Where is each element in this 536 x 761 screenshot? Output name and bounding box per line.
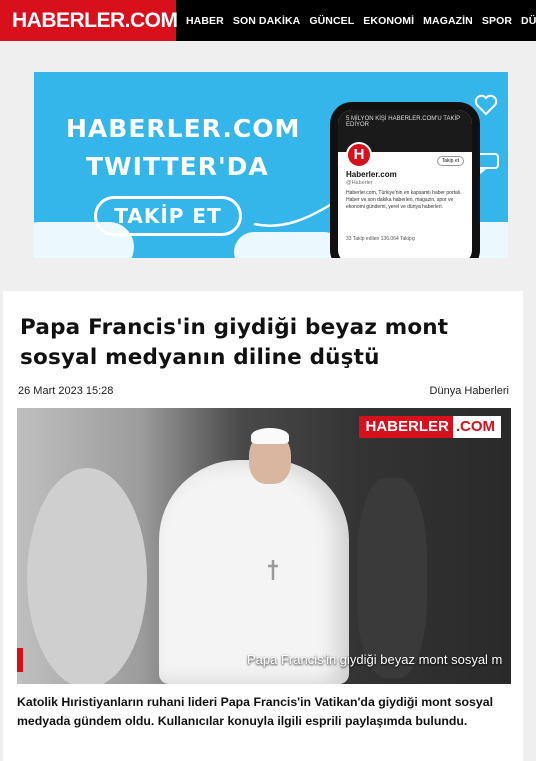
profile-stats: 33 Takip edilen 136.064 Takipçi bbox=[346, 236, 416, 242]
site-logo-text[interactable]: HABERLER.COM bbox=[12, 9, 178, 33]
image-watermark-logo: HABERLER .COM bbox=[359, 416, 501, 438]
heart-icon bbox=[474, 94, 498, 116]
nav-item-guncel[interactable]: GÜNCEL bbox=[309, 15, 354, 27]
nav-item-son-dakika[interactable]: SON DAKİKA bbox=[233, 15, 301, 27]
profile-bio: Haberler.com, Türkiye'nin en kapsamlı ha… bbox=[346, 190, 462, 210]
profile-avatar: H bbox=[346, 142, 372, 168]
article-date: 26 Mart 2023 15:28 bbox=[18, 385, 114, 397]
nav-item-magazin[interactable]: MAGAZİN bbox=[423, 15, 473, 27]
main-nav: HABER SON DAKİKA GÜNCEL EKONOMİ MAGAZİN … bbox=[186, 0, 536, 41]
site-logo[interactable]: HABERLER.COM bbox=[0, 0, 178, 41]
nav-item-dunya[interactable]: DÜNYA bbox=[521, 15, 536, 27]
phone-screen: 5 MİLYON KİŞİ HABERLER.COM'U TAKİP EDİYO… bbox=[338, 110, 472, 258]
banner-title-line2: TWITTER'DA bbox=[86, 152, 269, 181]
profile-handle: @Haberler bbox=[346, 180, 373, 186]
nav-item-ekonomi[interactable]: EKONOMİ bbox=[363, 15, 414, 27]
caption-accent bbox=[17, 648, 23, 672]
phone-mockup: 5 MİLYON KİŞİ HABERLER.COM'U TAKİP EDİYO… bbox=[330, 102, 480, 258]
profile-follow-button: Takip et bbox=[436, 156, 464, 166]
image-caption: Papa Francis'in giydiği beyaz mont sosya… bbox=[247, 652, 503, 667]
banner-title-line1: HABERLER.COM bbox=[66, 114, 301, 143]
top-navbar: HABERLER.COM HABER SON DAKİKA GÜNCEL EKO… bbox=[0, 0, 536, 41]
image-caption-bar: Papa Francis'in giydiği beyaz mont sosya… bbox=[17, 646, 511, 674]
article-card: Papa Francis'in giydiği beyaz mont sosya… bbox=[3, 291, 523, 761]
nav-item-haber[interactable]: HABER bbox=[186, 15, 224, 27]
twitter-follow-banner[interactable]: HABERLER.COM TWITTER'DA TAKİP ET 5 MİLYO… bbox=[34, 72, 508, 258]
article-summary: Katolik Hıristiyanların ruhani lideri Pa… bbox=[17, 695, 493, 728]
article-category-link[interactable]: Dünya Haberleri bbox=[430, 385, 509, 397]
nav-item-spor[interactable]: SPOR bbox=[482, 15, 512, 27]
profile-name: Haberler.com bbox=[346, 170, 397, 179]
article-image[interactable]: HABERLER .COM Papa Francis'in giydiği be… bbox=[17, 408, 511, 684]
cross-icon bbox=[268, 560, 278, 580]
cloud-decoration bbox=[234, 232, 344, 258]
pope-cap bbox=[251, 428, 289, 444]
follow-button[interactable]: TAKİP ET bbox=[94, 196, 242, 236]
article-headline: Papa Francis'in giydiği beyaz mont sosya… bbox=[20, 315, 449, 370]
